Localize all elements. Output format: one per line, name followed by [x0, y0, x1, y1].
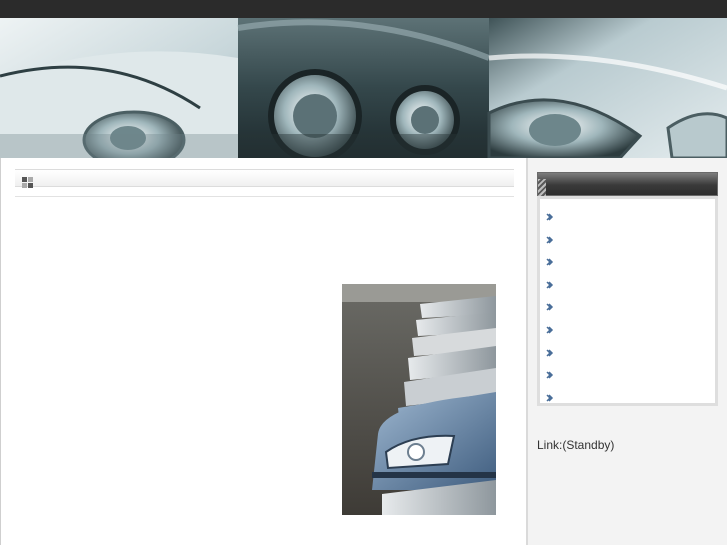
header-stripe-decoration [538, 179, 546, 196]
chevron-right-icon [546, 231, 554, 244]
header-banner [0, 18, 727, 158]
white-car-headlight-photo [0, 18, 238, 158]
chevron-right-icon [546, 208, 554, 221]
parked-cars-row-photo [342, 284, 496, 515]
chevron-right-icon [546, 389, 554, 402]
sidebar-menu-item[interactable] [546, 273, 706, 289]
sidebar-menu-item[interactable] [546, 295, 706, 311]
grid-squares-icon [22, 176, 34, 188]
sidebar-panel-header [537, 172, 718, 196]
chevron-right-icon [546, 253, 554, 266]
main-content [1, 158, 526, 545]
dark-car-twin-headlights-photo [237, 18, 491, 158]
chevron-right-icon [546, 298, 554, 311]
chevron-right-icon [546, 344, 554, 357]
sidebar-menu-item[interactable] [546, 318, 706, 334]
sidebar-menu-item[interactable] [546, 363, 706, 379]
sidebar-menu-item[interactable] [546, 341, 706, 357]
chevron-right-icon [546, 366, 554, 379]
silver-car-headlight-photo [487, 18, 727, 158]
standby-link[interactable]: Link:(Standby) [537, 438, 614, 452]
sidebar-menu-item[interactable] [546, 386, 706, 402]
content-divider [15, 196, 514, 197]
top-bar [0, 0, 727, 18]
sidebar-menu-item[interactable] [546, 205, 706, 221]
sidebar-menu [537, 196, 718, 406]
sidebar-menu-item[interactable] [546, 228, 706, 244]
sidebar: Link:(Standby) [526, 158, 727, 545]
chevron-right-icon [546, 321, 554, 334]
sidebar-menu-item[interactable] [546, 250, 706, 266]
chevron-right-icon [546, 276, 554, 289]
content-title-bar [15, 169, 514, 188]
